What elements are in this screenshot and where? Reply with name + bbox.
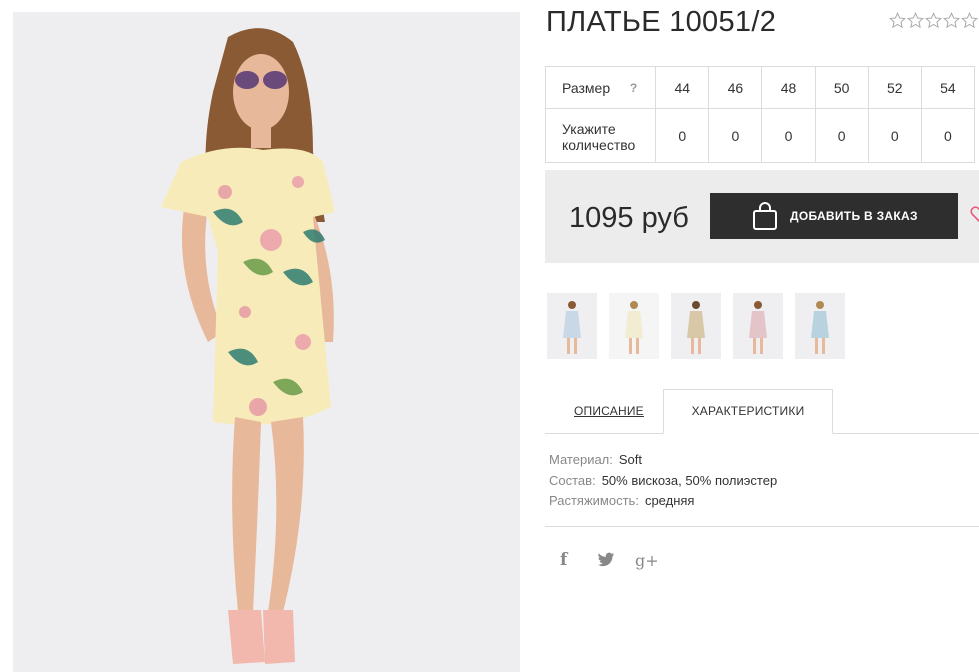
characteristic-key: Растяжимость:	[549, 493, 639, 508]
characteristic-row: Состав: 50% вискоза, 50% полиэстер	[549, 473, 777, 494]
size-cell: 52	[867, 66, 922, 109]
thumbnail[interactable]	[795, 293, 845, 359]
size-label-cell: Размер ?	[544, 66, 657, 109]
star-icon[interactable]	[925, 12, 942, 29]
product-main-photo[interactable]	[13, 12, 520, 672]
characteristic-key: Материал:	[549, 452, 613, 467]
thumbnail-strip	[547, 293, 845, 359]
characteristics-list: Материал: Soft Состав: 50% вискоза, 50% по…	[549, 452, 777, 514]
star-icon[interactable]	[889, 12, 906, 29]
size-cell: 46	[708, 66, 763, 109]
thumbnail[interactable]	[609, 293, 659, 359]
heart-icon[interactable]	[969, 204, 979, 224]
characteristic-value: 50% вискоза, 50% полиэстер	[601, 472, 778, 488]
add-to-order-label: ДОБАВИТЬ В ЗАКАЗ	[790, 209, 918, 223]
size-cell: 50	[814, 66, 869, 109]
price-panel: 1095 руб ДОБАВИТЬ В ЗАКАЗ	[545, 170, 979, 263]
quantity-row: Укажите количество 0 0 0 0 0 0	[544, 108, 976, 163]
quantity-input[interactable]: 0	[655, 108, 710, 163]
star-icon[interactable]	[943, 12, 960, 29]
shopping-bag-icon	[752, 201, 778, 231]
size-cell: 48	[761, 66, 816, 109]
characteristic-row: Растяжимость: средняя	[549, 493, 777, 514]
star-icon[interactable]	[961, 12, 978, 29]
characteristic-value: Soft	[618, 452, 643, 467]
thumbnail[interactable]	[547, 293, 597, 359]
characteristic-row: Материал: Soft	[549, 452, 777, 473]
product-title: ПЛАТЬЕ 10051/2	[546, 6, 777, 38]
add-to-order-button[interactable]: ДОБАВИТЬ В ЗАКАЗ	[710, 193, 958, 239]
quantity-input[interactable]: 0	[867, 108, 922, 163]
google-plus-icon[interactable]: g+	[635, 551, 659, 570]
characteristic-key: Состав:	[549, 472, 596, 488]
size-row: Размер ? 44 46 48 50 52 54	[544, 66, 976, 109]
size-label: Размер	[562, 79, 611, 96]
section-divider	[545, 526, 979, 527]
thumbnail[interactable]	[733, 293, 783, 359]
size-cell: 54	[920, 66, 976, 109]
star-icon[interactable]	[907, 12, 924, 29]
quantity-input[interactable]: 0	[708, 108, 763, 163]
price: 1095 руб	[569, 202, 689, 234]
thumbnail[interactable]	[671, 293, 721, 359]
tab-characteristics[interactable]: ХАРАКТЕРИСТИКИ	[663, 389, 833, 434]
size-help-icon[interactable]: ?	[630, 81, 637, 95]
quantity-input[interactable]: 0	[920, 108, 976, 163]
facebook-icon[interactable]: f	[560, 550, 577, 570]
rating-stars[interactable]	[889, 12, 978, 29]
size-cell: 44	[655, 66, 710, 109]
quantity-input[interactable]: 0	[814, 108, 869, 163]
quantity-label: Укажите количество	[544, 108, 657, 163]
quantity-input[interactable]: 0	[761, 108, 816, 163]
twitter-icon[interactable]	[597, 552, 615, 568]
social-share: f g+	[560, 550, 659, 570]
characteristic-value: средняя	[644, 493, 695, 508]
size-table: Размер ? 44 46 48 50 52 54 Укажите колич…	[544, 66, 976, 163]
tab-description[interactable]: ОПИСАНИЕ	[574, 404, 644, 418]
